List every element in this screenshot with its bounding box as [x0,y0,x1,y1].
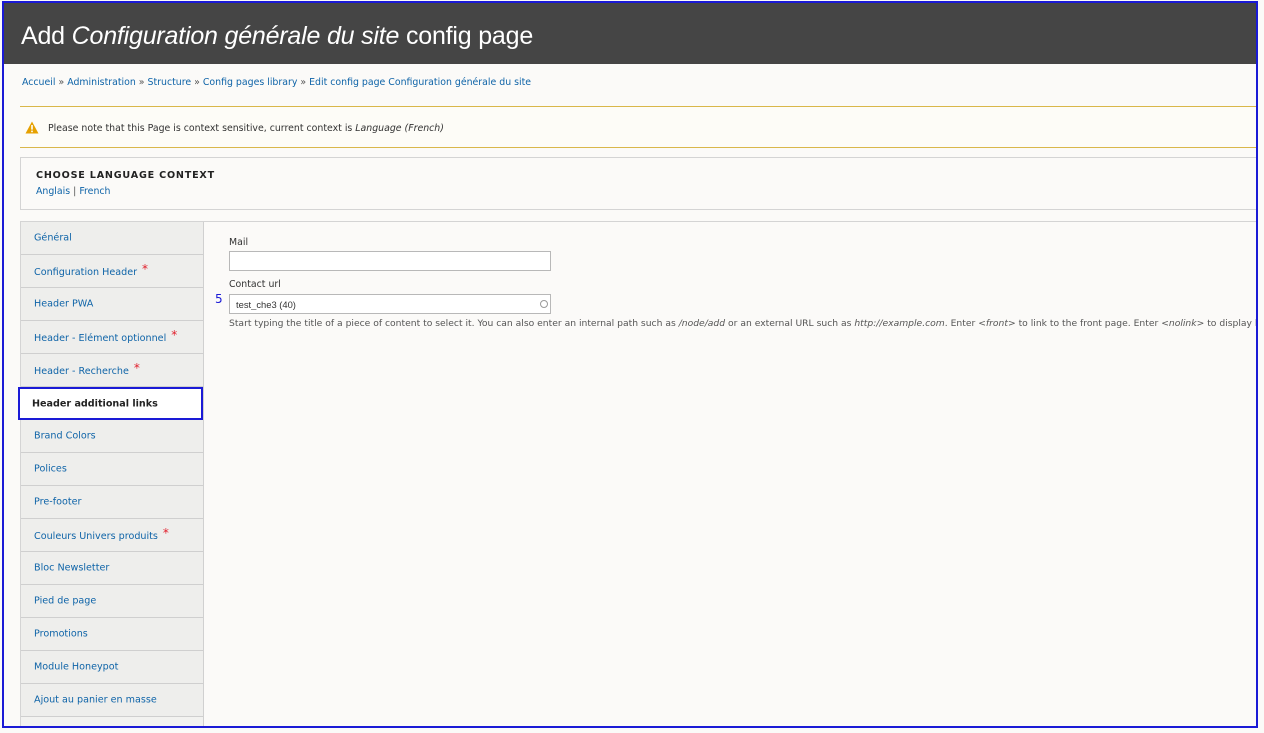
autocomplete-throbber-icon [540,300,548,308]
tab-configuration-header[interactable]: Configuration Header * [21,255,203,288]
required-marker: * [133,361,140,375]
warning-triangle-icon [25,121,39,134]
tab-label: Promotions [34,628,88,640]
page-title: Add Configuration générale du site confi… [21,22,534,50]
tab-couleurs-univers-produits[interactable]: Couleurs Univers produits * [21,519,203,552]
tab-bloc-newsletter[interactable]: Bloc Newsletter [21,552,203,585]
tab-label: Pied de page [34,595,97,607]
tab-label: Général [34,232,72,244]
breadcrumb-separator: » [300,77,307,88]
tab-pied-de-page[interactable]: Pied de page [21,585,203,618]
mail-label: Mail [229,237,249,248]
breadcrumb-link-accueil[interactable]: Accueil [22,77,55,88]
tab-brand-colors[interactable]: Brand Colors [21,420,203,453]
breadcrumb-link-structure[interactable]: Structure [148,77,192,88]
page-header: Add Configuration générale du site confi… [4,3,1256,64]
page-frame: Add Configuration générale du site confi… [2,1,1258,728]
tab-label: Couleurs Univers produits * [34,526,169,542]
required-marker: * [162,526,169,540]
tab-module-honeypot[interactable]: Module Honeypot [21,651,203,684]
tab-label: Module Honeypot [34,661,119,673]
required-marker: * [142,262,149,276]
contact-url-label: Contact url [229,279,281,290]
vertical-tabs-menu: Général Configuration Header * Header PWA… [18,222,204,726]
tab-pre-footer[interactable]: Pre-footer [21,486,203,519]
warning-text: Please note that this Page is context se… [48,123,444,134]
tab-label: Header PWA [34,298,94,310]
mail-field[interactable] [229,251,551,271]
tab-label: Ajout au panier en masse [34,694,157,706]
language-context-title: CHOOSE LANGUAGE CONTEXT [36,170,215,181]
language-links: Anglais | French [36,186,111,197]
language-separator: | [73,186,77,197]
tab-label: Header additional links [32,398,158,409]
tab-general[interactable]: Général [21,222,203,255]
row-marker: 5 [215,292,223,306]
context-warning-message: Please note that this Page is context se… [20,106,1256,148]
language-link-anglais[interactable]: Anglais [36,186,70,197]
vertical-tabs-container: Général Configuration Header * Header PWA… [18,221,1258,726]
tab-header-recherche[interactable]: Header - Recherche * [21,354,203,387]
tab-label: Polices [34,463,67,475]
tab-label: Pre-footer [34,496,82,508]
breadcrumb-link-administration[interactable]: Administration [67,77,136,88]
tab-label: Configuration Header * [34,262,149,278]
contact-url-autocomplete-input[interactable] [229,294,551,314]
tab-label: Brand Colors [34,430,96,442]
breadcrumb-separator: » [138,77,145,88]
breadcrumb: Accueil » Administration » Structure » C… [22,77,531,88]
current-context: Language (French) [355,123,444,134]
tab-label: Header - Elément optionnel * [34,328,178,344]
tab-ajout-au-panier-en-masse[interactable]: Ajout au panier en masse [21,684,203,717]
language-link-french[interactable]: French [79,186,110,197]
tab-label: Header - Recherche * [34,361,140,377]
breadcrumb-separator: » [58,77,65,88]
breadcrumb-separator: » [194,77,200,88]
tab-header-element-optionnel[interactable]: Header - Elément optionnel * [21,321,203,354]
required-marker: * [171,328,178,342]
language-context-box: CHOOSE LANGUAGE CONTEXT Anglais | French [20,157,1256,210]
breadcrumb-link-edit-config-page[interactable]: Edit config page Configuration générale … [309,77,531,88]
tab-label: Bloc Newsletter [34,562,110,574]
tab-promotions[interactable]: Promotions [21,618,203,651]
contact-url-description: Start typing the title of a piece of con… [229,318,1258,329]
tab-header-additional-links[interactable]: Header additional links [18,387,203,420]
breadcrumb-link-config-pages-library[interactable]: Config pages library [203,77,298,88]
tab-header-pwa[interactable]: Header PWA [21,288,203,321]
tab-polices[interactable]: Polices [21,453,203,486]
tab-pane-header-additional-links: Mail Contact url 5 Start typing the titl… [215,222,1258,726]
